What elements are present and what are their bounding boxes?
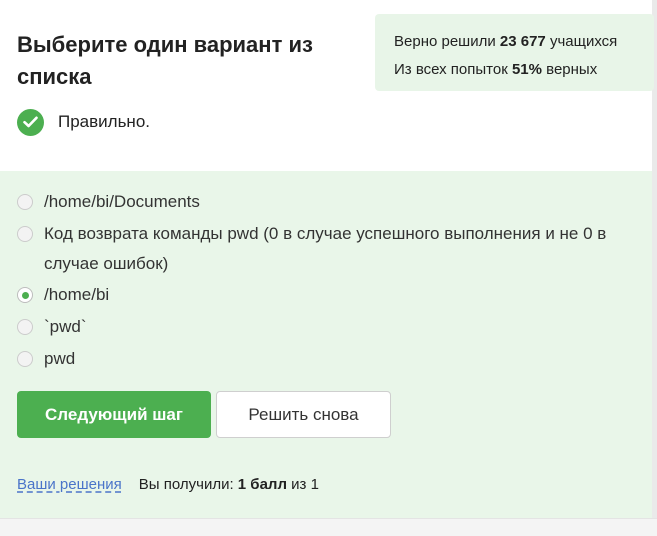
option-5[interactable]: pwd — [17, 344, 634, 374]
option-1[interactable]: /home/bi/Documents — [17, 187, 634, 217]
stats-box: Верно решили 23 677 учащихся Из всех поп… — [375, 14, 654, 91]
option-label: /home/bi — [44, 285, 110, 304]
attempts-percent: 51% — [511, 61, 542, 78]
question-title: Выберите один вариант из списка — [17, 32, 313, 89]
solved-count: 23 677 — [499, 33, 546, 50]
check-circle-icon — [17, 108, 44, 136]
bottom-divider — [0, 518, 657, 536]
stats-solved: Верно решили 23 677 учащихся — [394, 33, 618, 50]
option-label: Код возврата команды pwd (0 в случае усп… — [44, 224, 607, 273]
radio-button[interactable] — [17, 194, 33, 210]
option-2[interactable]: Код возврата команды pwd (0 в случае усп… — [17, 219, 634, 279]
option-3[interactable]: /home/bi — [17, 280, 634, 310]
feedback-correct: Правильно. — [17, 108, 150, 136]
score-value: 1 балл — [237, 476, 287, 493]
your-solutions-link[interactable]: Ваши решения — [17, 474, 122, 496]
option-label: `pwd` — [44, 317, 87, 336]
feedback-text: Правильно. — [58, 112, 150, 131]
radio-dot-icon — [21, 291, 29, 299]
score-text: Вы получили: 1 балл из 1 — [138, 476, 319, 493]
option-label: /home/bi/Documents — [44, 192, 200, 211]
next-step-button[interactable]: Следующий шаг — [17, 391, 211, 438]
option-label: pwd — [44, 349, 76, 368]
solve-again-button[interactable]: Решить снова — [216, 391, 391, 438]
radio-button-selected[interactable] — [17, 287, 33, 303]
option-4[interactable]: `pwd` — [17, 312, 634, 342]
radio-button[interactable] — [17, 319, 33, 335]
stats-attempts: Из всех попыток 51% верных — [394, 61, 598, 78]
footer: Ваши решения Вы получили: 1 балл из 1 — [17, 474, 319, 496]
radio-button[interactable] — [17, 226, 33, 242]
radio-button[interactable] — [17, 351, 33, 367]
